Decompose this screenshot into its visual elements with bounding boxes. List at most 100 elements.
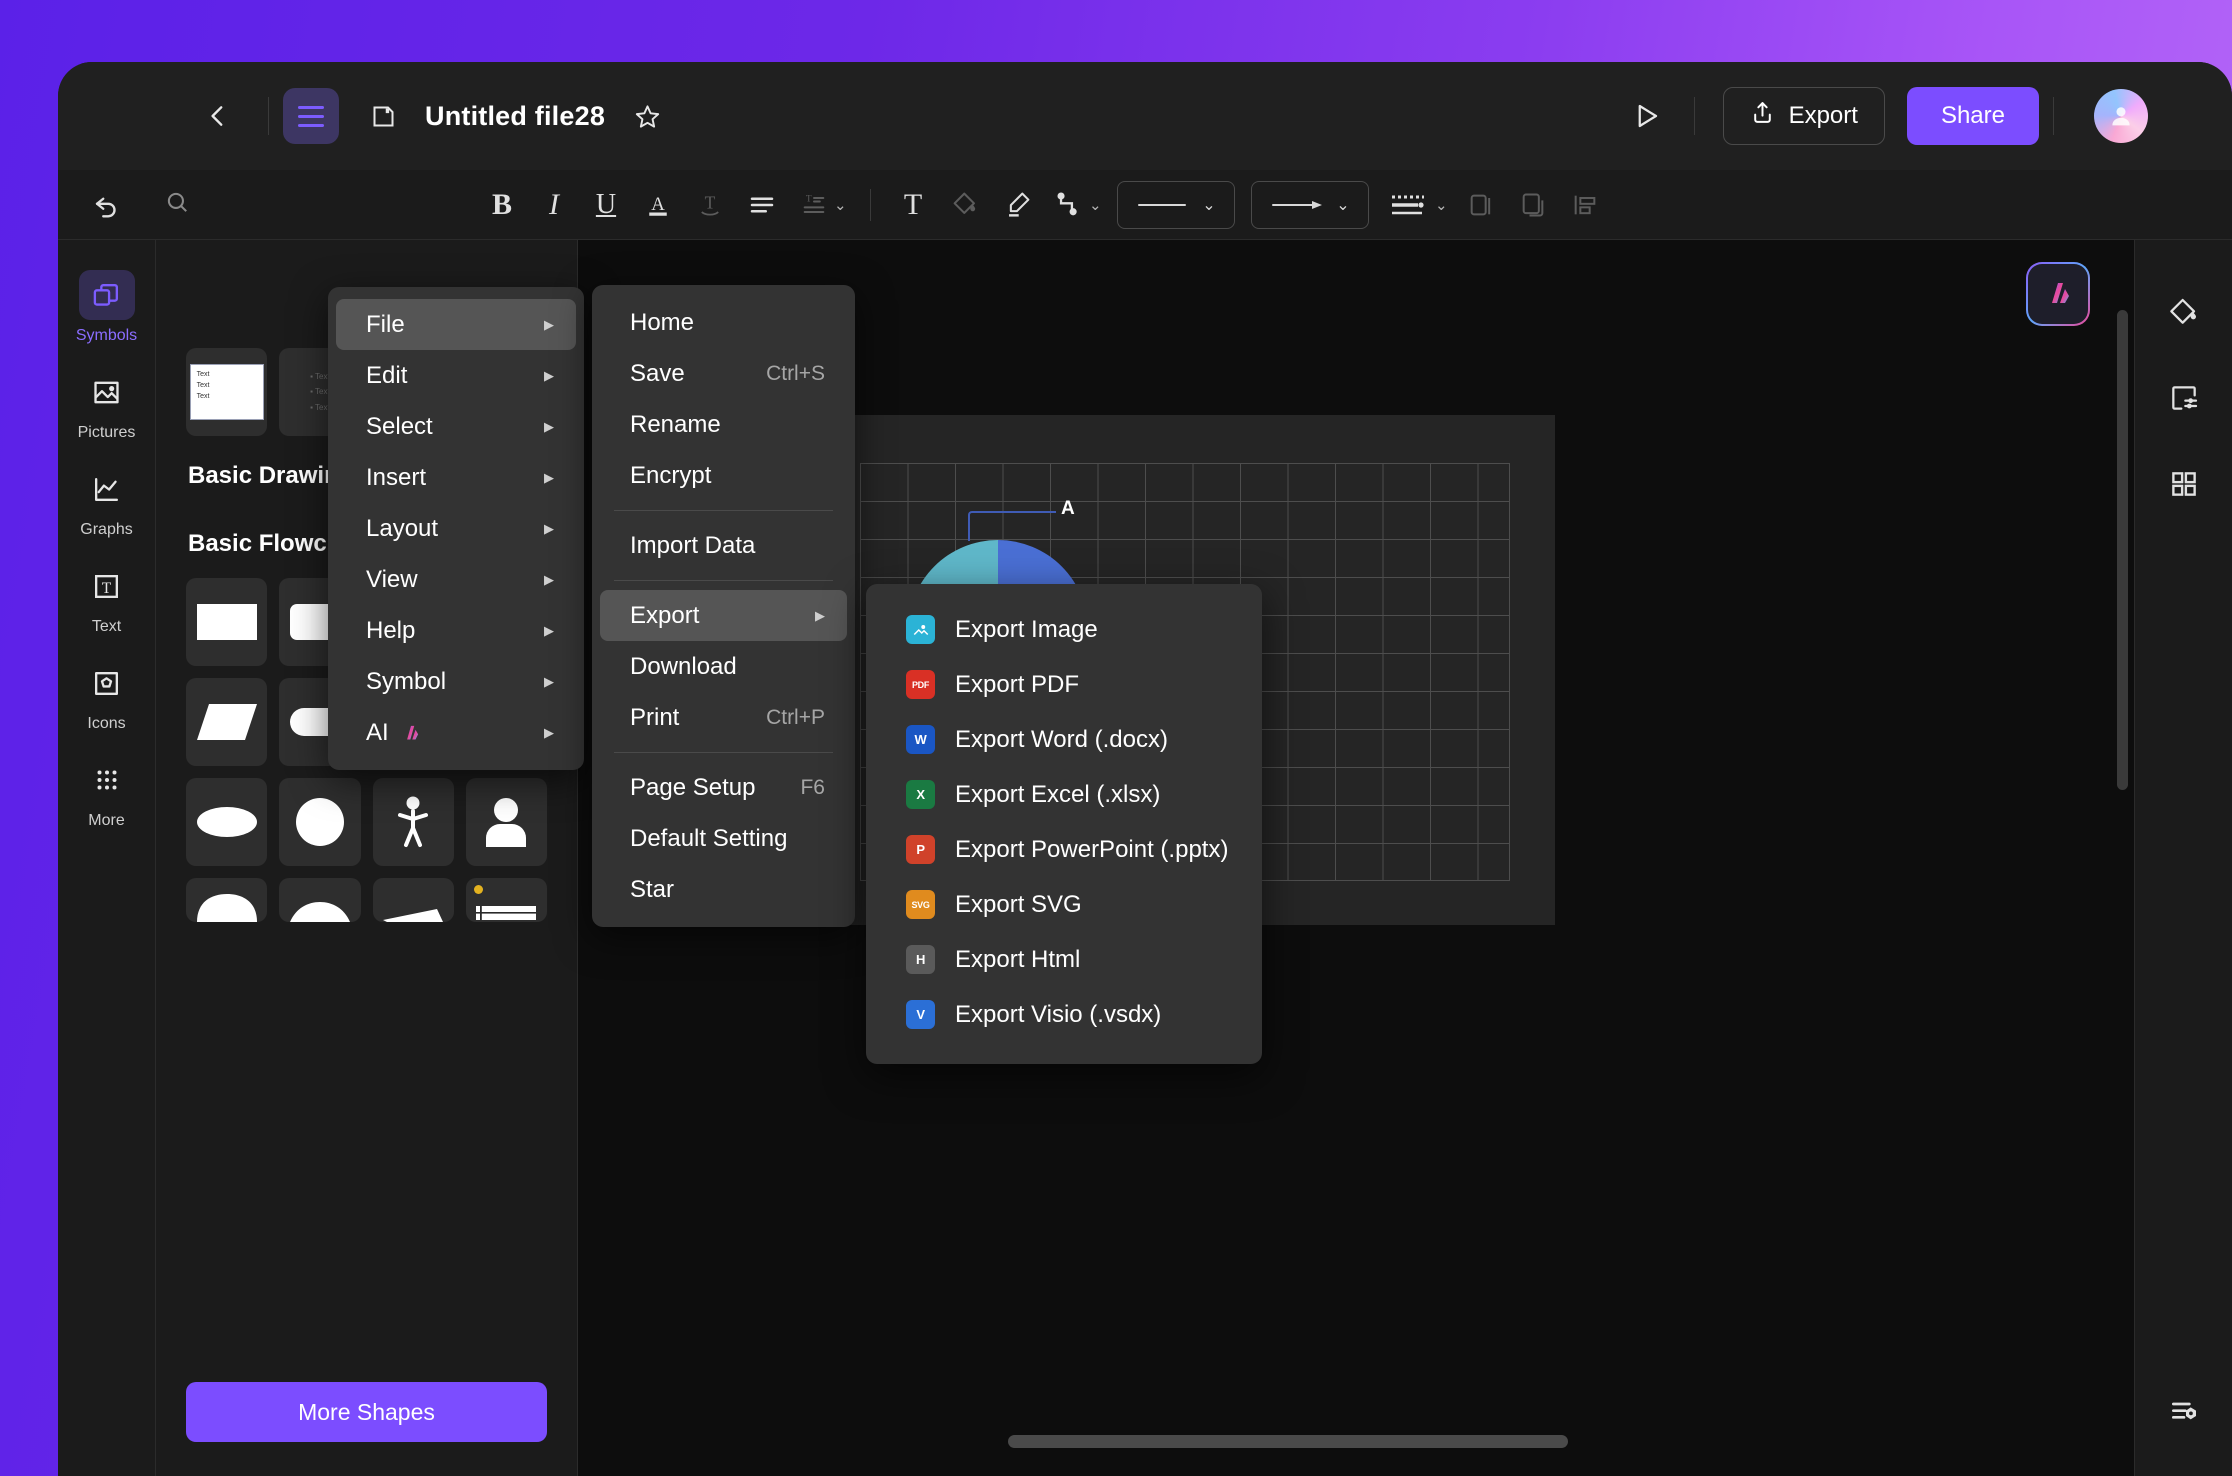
connector-style-button[interactable] — [1043, 179, 1095, 231]
menu-item-import-data[interactable]: Import Data — [600, 520, 847, 571]
shape-circle[interactable] — [279, 778, 361, 866]
menu-item-edit[interactable]: Edit ▶ — [336, 350, 576, 401]
shape-table-header[interactable] — [465, 878, 547, 922]
shape-curved-band[interactable] — [279, 878, 361, 922]
menu-item-export-excel[interactable]: X Export Excel (.xlsx) — [874, 767, 1254, 822]
menu-item-star[interactable]: Star — [600, 864, 847, 915]
vertical-scrollbar[interactable] — [2117, 310, 2128, 790]
hamburger-menu-button[interactable] — [283, 88, 339, 144]
menu-item-export-word[interactable]: W Export Word (.docx) — [874, 712, 1254, 767]
document-title[interactable]: Untitled file28 — [425, 101, 605, 132]
arrow-style-select[interactable]: ⌄ — [1251, 180, 1369, 229]
chevron-right-icon: ▶ — [544, 367, 554, 383]
shape-stick-figure[interactable] — [372, 778, 454, 866]
export-button-label: Export — [1788, 102, 1858, 129]
line-spacing-button[interactable]: T — [788, 179, 840, 231]
connector-dropdown[interactable]: ⌄ — [1089, 196, 1105, 214]
text-align-button[interactable] — [736, 179, 788, 231]
shape-slanted-card[interactable] — [372, 878, 454, 922]
avatar[interactable] — [2094, 89, 2148, 143]
sidebar-item-pictures[interactable]: Pictures — [65, 359, 149, 448]
shape-person[interactable] — [465, 778, 547, 866]
fill-color-button[interactable] — [939, 179, 991, 231]
shape-ellipse[interactable] — [186, 778, 268, 866]
menu-item-rename[interactable]: Rename — [600, 399, 847, 450]
font-color-button[interactable]: A — [632, 179, 684, 231]
menu-item-export-image[interactable]: Export Image — [874, 602, 1254, 657]
menu-item-encrypt[interactable]: Encrypt — [600, 450, 847, 501]
menu-item-home[interactable]: Home — [600, 297, 847, 348]
shape-thumb-text-block[interactable]: Text Text Text — [186, 348, 268, 436]
chevron-right-icon: ▶ — [544, 622, 554, 638]
present-play-button[interactable] — [1618, 88, 1674, 144]
preview-line: Text — [196, 392, 210, 400]
share-button-label: Share — [1940, 102, 2005, 129]
shape-rectangle[interactable] — [186, 578, 268, 666]
menu-item-export-pdf[interactable]: PDF Export PDF — [874, 657, 1254, 712]
menu-item-ai[interactable]: AI ▶ — [336, 707, 576, 758]
underline-button[interactable]: U — [580, 179, 632, 231]
shape-parallelogram[interactable] — [186, 678, 268, 766]
menu-item-print[interactable]: Print Ctrl+P — [600, 692, 847, 743]
list-settings-icon[interactable] — [2156, 1386, 2212, 1438]
menu-item-file[interactable]: File ▶ — [336, 299, 576, 350]
menu-item-label: Select — [366, 412, 433, 440]
back-button[interactable] — [190, 88, 246, 144]
preview-line: Text — [196, 371, 210, 378]
page-settings-icon[interactable] — [2156, 372, 2212, 424]
app-window: Untitled file28 Export Share B I U A T T… — [58, 62, 2232, 1476]
copy-icon[interactable] — [1455, 179, 1507, 231]
app-header: Untitled file28 Export Share — [58, 62, 2232, 170]
grid-apps-icon[interactable] — [2156, 458, 2212, 510]
text-box-button[interactable]: T — [887, 179, 939, 231]
menu-item-save[interactable]: Save Ctrl+S — [600, 348, 847, 399]
menu-item-select[interactable]: Select ▶ — [336, 401, 576, 452]
shape-half-round[interactable] — [186, 878, 268, 922]
search-input[interactable] — [156, 189, 476, 220]
menu-item-view[interactable]: View ▶ — [336, 554, 576, 605]
menu-item-label: Export Image — [955, 615, 1098, 643]
ai-sparkle-icon[interactable] — [2026, 262, 2090, 326]
menu-item-help[interactable]: Help ▶ — [336, 605, 576, 656]
menu-item-export-html[interactable]: H Export Html — [874, 932, 1254, 987]
menu-item-export-visio[interactable]: V Export Visio (.vsdx) — [874, 987, 1254, 1042]
bold-button[interactable]: B — [476, 179, 528, 231]
menu-item-insert[interactable]: Insert ▶ — [336, 452, 576, 503]
sidebar-item-icons[interactable]: Icons — [65, 650, 149, 739]
sidebar-item-more[interactable]: More — [65, 747, 149, 836]
header-divider — [1693, 97, 1695, 135]
menu-item-layout[interactable]: Layout ▶ — [336, 503, 576, 554]
icons-icon — [79, 658, 135, 708]
export-button[interactable]: Export — [1722, 87, 1885, 145]
dash-style-button[interactable] — [1377, 179, 1441, 231]
line-brush-button[interactable] — [991, 179, 1043, 231]
menu-item-download[interactable]: Download — [600, 641, 847, 692]
italic-button[interactable]: I — [528, 179, 580, 231]
sidebar-item-text[interactable]: T Text — [65, 553, 149, 642]
favorite-star-button[interactable] — [619, 88, 675, 144]
more-shapes-button[interactable]: More Shapes — [186, 1382, 547, 1442]
menu-item-export-powerpoint[interactable]: P Export PowerPoint (.pptx) — [874, 822, 1254, 877]
save-icon-button[interactable] — [355, 88, 411, 144]
duplicate-icon[interactable] — [1507, 179, 1559, 231]
menu-item-page-setup[interactable]: Page Setup F6 — [600, 762, 847, 813]
toolbar-separator — [870, 188, 871, 221]
menu-item-export-svg[interactable]: SVG Export SVG — [874, 877, 1254, 932]
share-button[interactable]: Share — [1906, 87, 2039, 145]
undo-arrow-icon[interactable] — [81, 179, 133, 231]
line-style-select[interactable]: ⌄ — [1117, 180, 1235, 229]
fill-style-icon[interactable] — [2156, 286, 2212, 338]
align-objects-icon[interactable] — [1559, 179, 1611, 231]
dash-style-dropdown[interactable]: ⌄ — [1435, 196, 1451, 214]
menu-item-export[interactable]: Export ▶ — [600, 590, 847, 641]
sidebar-item-graphs[interactable]: Graphs — [65, 456, 149, 545]
text-effect-button[interactable]: T — [684, 179, 736, 231]
main-dropdown-menu: File ▶ Edit ▶ Select ▶ Insert ▶ Layout ▶… — [328, 287, 584, 770]
horizontal-scrollbar[interactable] — [1008, 1435, 1568, 1448]
menu-item-symbol[interactable]: Symbol ▶ — [336, 656, 576, 707]
menu-item-label: Encrypt — [630, 461, 712, 489]
line-spacing-dropdown[interactable]: ⌄ — [834, 196, 850, 214]
menu-item-default-setting[interactable]: Default Setting — [600, 813, 847, 864]
toolbar-undo-group — [58, 179, 156, 231]
sidebar-item-symbols[interactable]: Symbols — [65, 262, 149, 351]
